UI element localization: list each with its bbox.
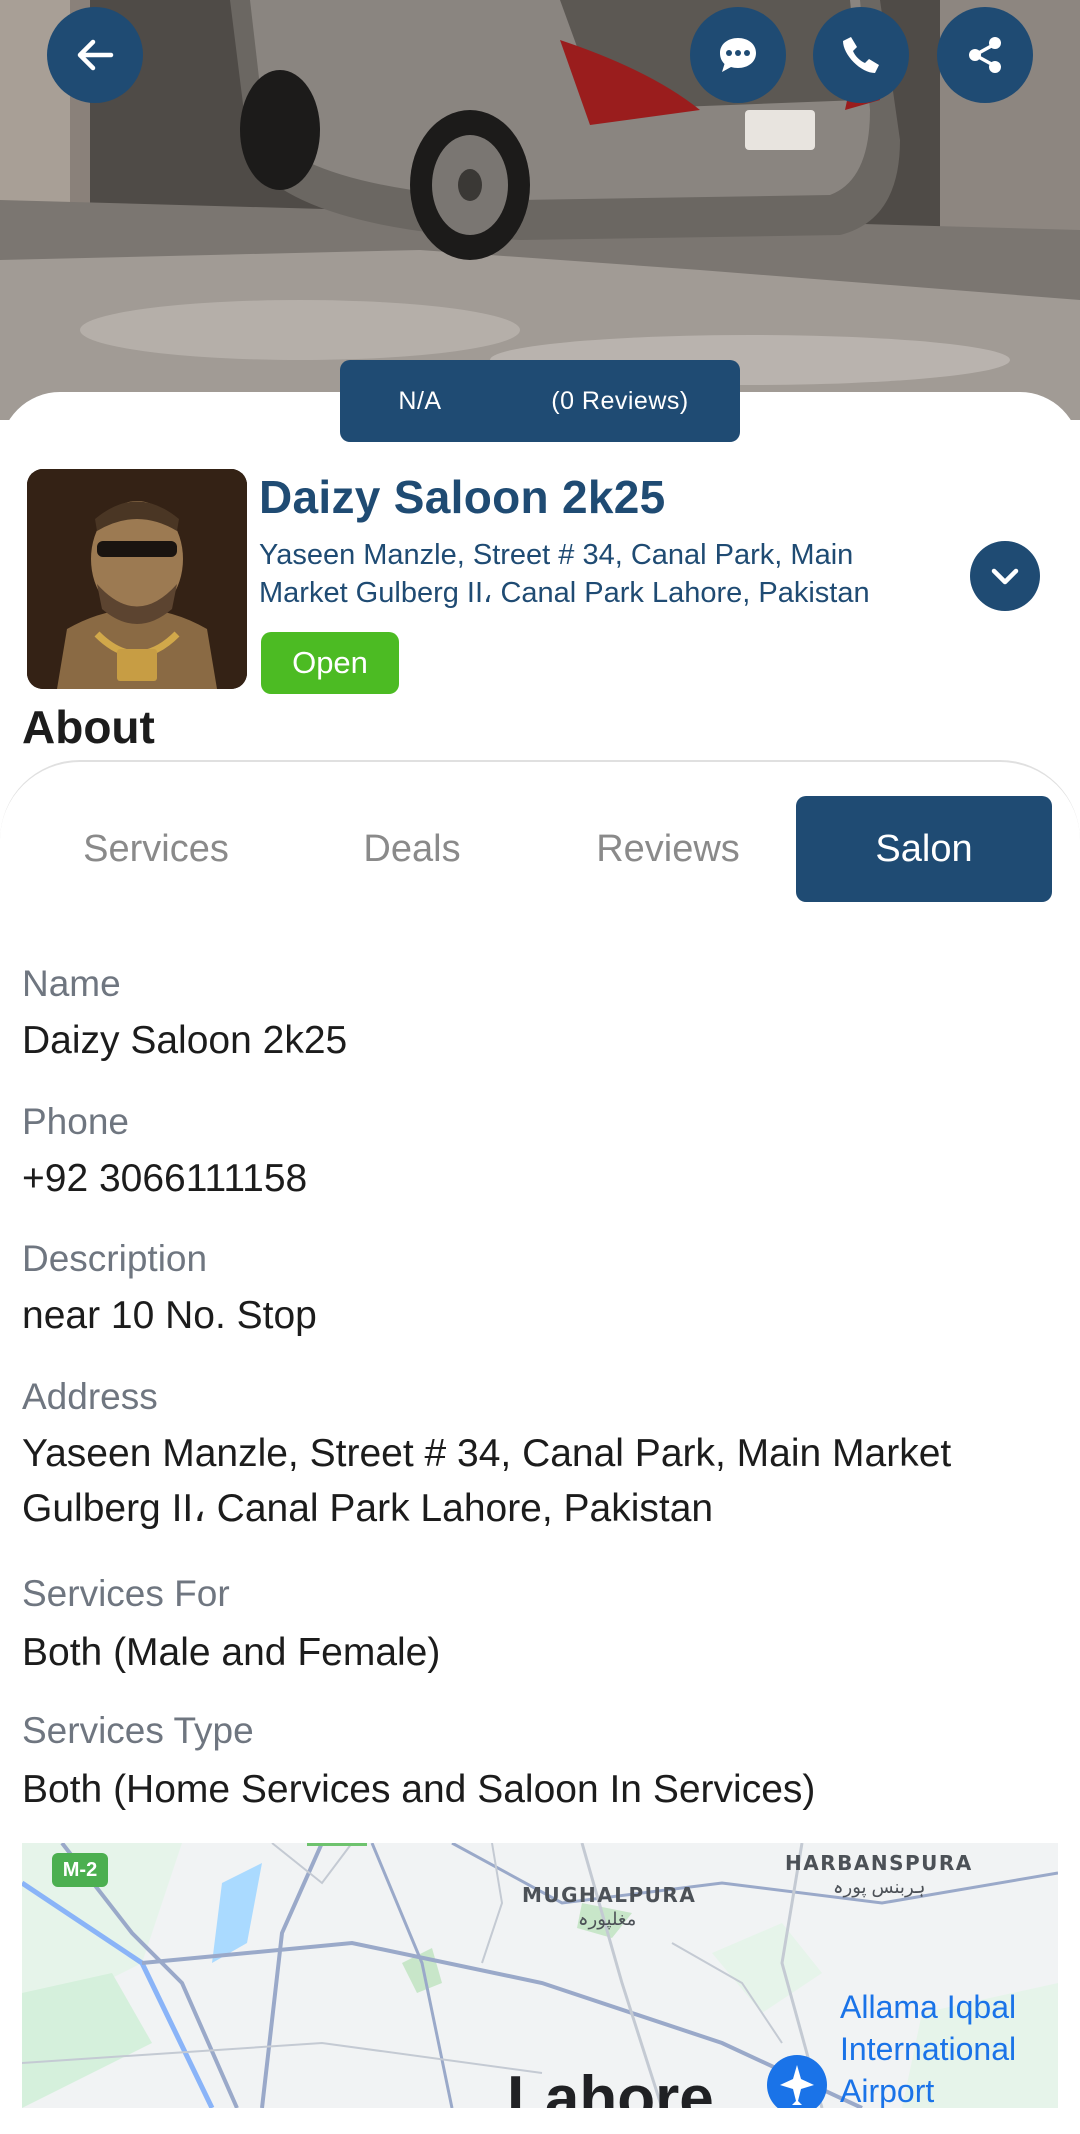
tab-salon[interactable]: Salon (796, 796, 1052, 902)
salon-avatar (27, 469, 247, 689)
review-count[interactable]: (0 Reviews) (500, 387, 740, 416)
chat-button[interactable] (690, 7, 786, 103)
tab-services[interactable]: Services (22, 796, 290, 902)
share-icon (969, 37, 1001, 73)
highway-shield: M-2 (52, 1853, 108, 1887)
address-value: Yaseen Manzle, Street # 34, Canal Park, … (22, 1432, 952, 1530)
description-value: near 10 No. Stop (22, 1294, 317, 1337)
address-label: Address (22, 1376, 158, 1417)
salon-title: Daizy Saloon 2k25 (259, 471, 666, 523)
services-for-label: Services For (22, 1573, 230, 1614)
map-area-label: HARBANSPURA (785, 1851, 973, 1875)
arrow-left-icon (77, 39, 114, 71)
chevron-down-icon (991, 568, 1019, 585)
open-status-badge: Open (261, 632, 399, 694)
cover-photo (0, 0, 1080, 420)
airport-label: Allama Iqbal International Airport (840, 1989, 1017, 2108)
map-area-label: MUGHALPURA (522, 1883, 697, 1907)
map-area-sublabel: مغلپورہ (578, 1909, 637, 1929)
location-map[interactable]: M-2 MUGHALPURA مغلپورہ HARBANSPURA ہربنس… (22, 1843, 1058, 2108)
tab-reviews[interactable]: Reviews (534, 796, 802, 902)
services-type-label: Services Type (22, 1710, 254, 1751)
name-label: Name (22, 963, 121, 1004)
rating-summary: N/A (0 Reviews) (340, 360, 740, 442)
services-for-value: Both (Male and Female) (22, 1631, 441, 1674)
name-value: Daizy Saloon 2k25 (22, 1019, 348, 1062)
chat-bubble-icon (720, 38, 756, 72)
salon-address: Yaseen Manzle, Street # 34, Canal Park, … (259, 539, 870, 609)
rating-value: N/A (398, 386, 442, 415)
about-heading: About (22, 701, 155, 753)
share-button[interactable] (937, 7, 1033, 103)
tab-deals[interactable]: Deals (278, 796, 546, 902)
phone-value[interactable]: +92 3066111158 (22, 1151, 1062, 1206)
city-label: Lahore (507, 2064, 714, 2108)
expand-details-button[interactable] (970, 541, 1040, 611)
services-type-value: Both (Home Services and Saloon In Servic… (22, 1768, 816, 1811)
description-label: Description (22, 1238, 208, 1279)
call-button[interactable] (813, 7, 909, 103)
back-button[interactable] (47, 7, 143, 103)
map-area-sublabel: ہربنس پورہ (833, 1877, 926, 1897)
phone-label: Phone (22, 1101, 129, 1142)
phone-icon (843, 37, 879, 73)
